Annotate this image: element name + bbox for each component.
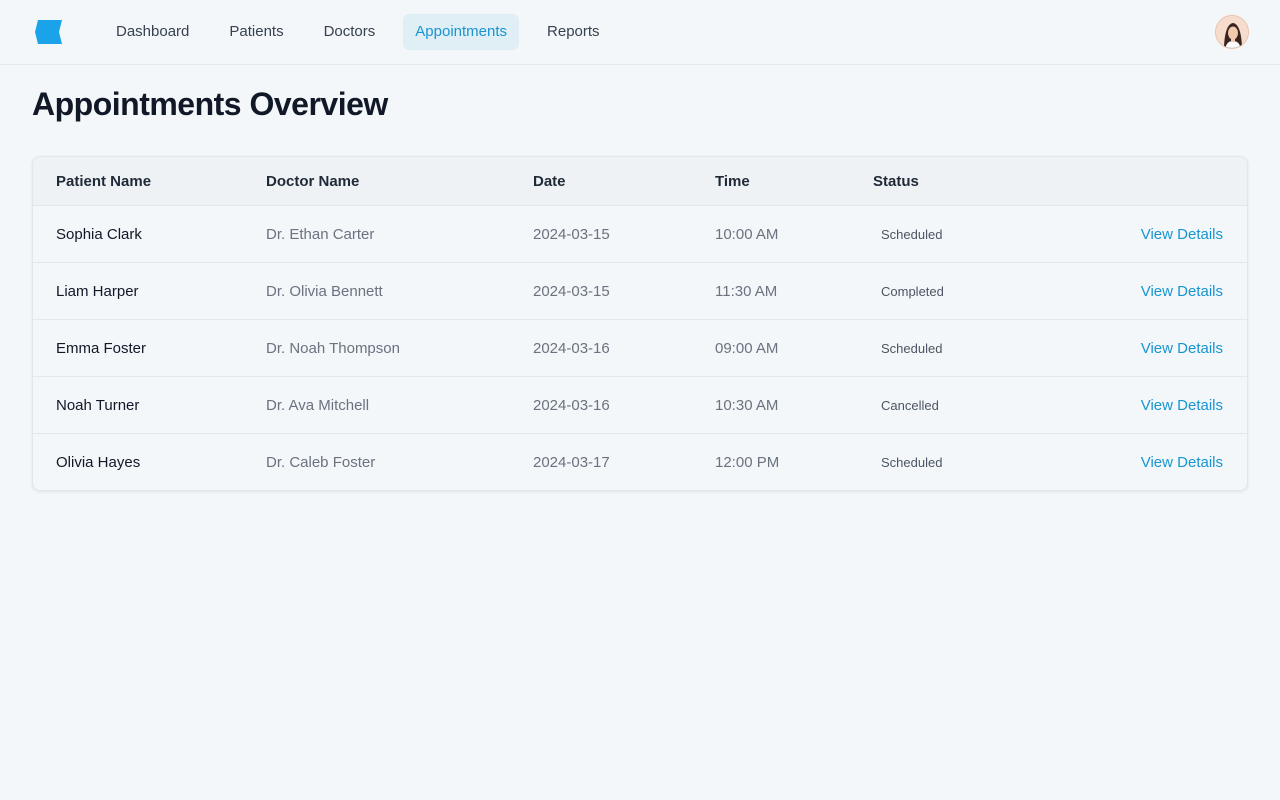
view-details-link[interactable]: View Details — [1141, 320, 1223, 377]
table-row: Sophia Clark Dr. Ethan Carter 2024-03-15… — [33, 206, 1247, 263]
table-row: Olivia Hayes Dr. Caleb Foster 2024-03-17… — [33, 434, 1247, 490]
patient-name: Sophia Clark — [56, 226, 142, 243]
status-badge: Cancelled — [881, 398, 939, 413]
column-header-doctor[interactable]: Doctor Name — [266, 157, 359, 206]
table-row: Emma Foster Dr. Noah Thompson 2024-03-16… — [33, 320, 1247, 377]
patient-name: Olivia Hayes — [56, 454, 141, 471]
appointment-date: 2024-03-15 — [533, 283, 610, 300]
appointment-date: 2024-03-15 — [533, 226, 610, 243]
appointment-date: 2024-03-16 — [533, 340, 610, 357]
status-badge: Scheduled — [881, 455, 943, 470]
doctor-name: Dr. Noah Thompson — [266, 340, 400, 357]
status-badge: Completed — [881, 284, 944, 299]
patient-name: Emma Foster — [56, 340, 147, 357]
nav-item-reports[interactable]: Reports — [535, 14, 612, 50]
nav-item-dashboard[interactable]: Dashboard — [104, 14, 201, 50]
patient-name: Noah Turner — [56, 397, 140, 414]
table-header: Patient Name Doctor Name Date Time Statu… — [33, 157, 1247, 206]
status-badge: Scheduled — [881, 341, 943, 356]
appointment-time: 09:00 AM — [715, 340, 779, 357]
appointment-date: 2024-03-16 — [533, 397, 610, 414]
column-header-status[interactable]: Status — [873, 157, 919, 206]
table-row: Noah Turner Dr. Ava Mitchell 2024-03-16 … — [33, 377, 1247, 434]
doctor-name: Dr. Olivia Bennett — [266, 283, 383, 300]
status-badge: Scheduled — [881, 227, 943, 242]
nav-item-appointments[interactable]: Appointments — [403, 14, 520, 50]
doctor-name: Dr. Ethan Carter — [266, 226, 375, 243]
appointment-time: 11:30 AM — [715, 283, 778, 300]
appointment-date: 2024-03-17 — [533, 454, 610, 471]
appointment-time: 10:00 AM — [715, 226, 779, 243]
top-navigation-bar: Dashboard Patients Doctors Appointments … — [0, 0, 1280, 65]
patient-name: Liam Harper — [56, 283, 139, 300]
view-details-link[interactable]: View Details — [1141, 206, 1223, 263]
column-header-time[interactable]: Time — [715, 157, 750, 206]
view-details-link[interactable]: View Details — [1141, 263, 1223, 320]
nav-item-patients[interactable]: Patients — [217, 14, 295, 50]
brand-logo-icon[interactable] — [33, 17, 63, 47]
table-row: Liam Harper Dr. Olivia Bennett 2024-03-1… — [33, 263, 1247, 320]
page-title: Appointments Overview — [32, 86, 388, 122]
nav-item-doctors[interactable]: Doctors — [312, 14, 388, 50]
appointment-time: 10:30 AM — [715, 397, 779, 414]
column-header-date[interactable]: Date — [533, 157, 566, 206]
main-nav: Dashboard Patients Doctors Appointments … — [104, 14, 628, 50]
view-details-link[interactable]: View Details — [1141, 377, 1223, 434]
appointments-table: Patient Name Doctor Name Date Time Statu… — [32, 156, 1248, 491]
appointment-time: 12:00 PM — [715, 454, 780, 471]
user-avatar[interactable] — [1215, 15, 1249, 49]
view-details-link[interactable]: View Details — [1141, 434, 1223, 490]
doctor-name: Dr. Caleb Foster — [266, 454, 376, 471]
doctor-name: Dr. Ava Mitchell — [266, 397, 370, 414]
column-header-patient[interactable]: Patient Name — [56, 157, 151, 206]
